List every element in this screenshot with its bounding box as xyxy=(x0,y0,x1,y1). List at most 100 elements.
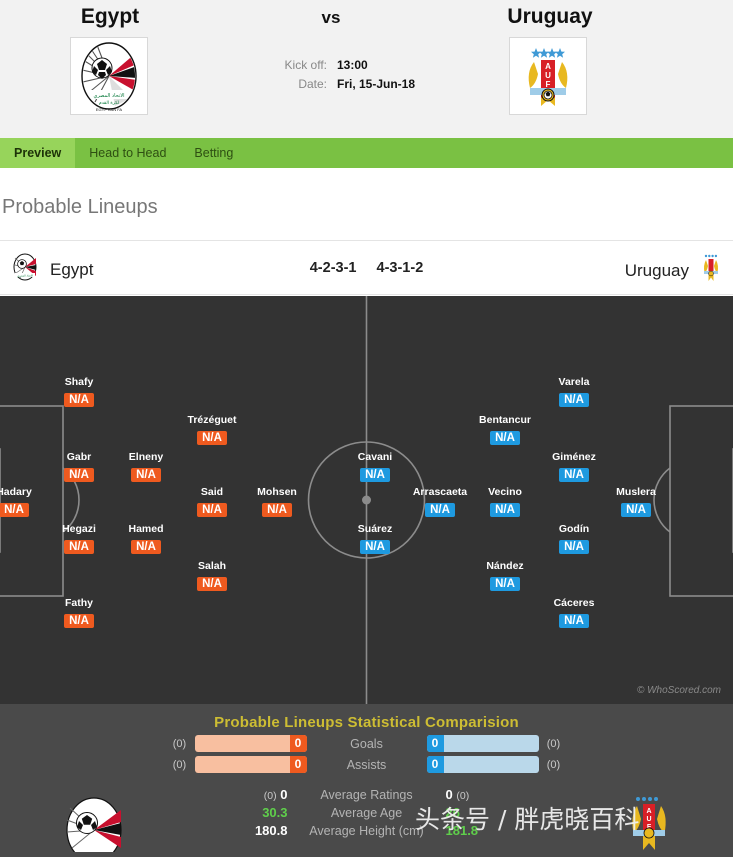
away-stat-main: 0 xyxy=(445,787,453,802)
player-rating: N/A xyxy=(131,468,161,482)
player-rating: N/A xyxy=(621,503,651,517)
player-name: Mohsen xyxy=(257,486,297,498)
player-card[interactable]: Godín N/A xyxy=(532,523,616,555)
player-name: Arrascaeta xyxy=(412,486,468,498)
home-team-name: Egypt xyxy=(80,5,140,28)
player-name: Shafy xyxy=(64,376,94,388)
home-paren: (0) xyxy=(172,737,187,750)
player-card[interactable]: Mohsen N/A xyxy=(235,486,319,518)
player-name: Hadary xyxy=(0,486,32,498)
stat-label: Goals xyxy=(350,736,383,751)
away-paren: (0) xyxy=(546,737,561,750)
player-card[interactable]: Cáceres N/A xyxy=(532,597,616,629)
pitch: © WhoScored.com HadaryN/AShafyN/AGabrN/A… xyxy=(0,296,733,704)
player-name: Giménez xyxy=(552,451,596,463)
home-stat-bar: 0 xyxy=(194,735,307,752)
player-card[interactable]: Arrascaeta N/A xyxy=(398,486,482,518)
player-card[interactable]: Giménez N/A xyxy=(532,451,616,483)
player-card[interactable]: Bentancur N/A xyxy=(463,414,547,446)
svg-text:الاتحاد المصري: الاتحاد المصري xyxy=(93,93,124,99)
player-name: Hamed xyxy=(128,523,164,535)
whoscored-credit: © WhoScored.com xyxy=(636,685,721,696)
player-card[interactable]: Shafy N/A xyxy=(37,376,121,408)
player-card[interactable]: Fathy N/A xyxy=(37,597,121,629)
player-card[interactable]: Salah N/A xyxy=(170,560,254,592)
stat-bar-rows: (0) 0 Goals 0 (0) (0) 0 Assists 0 (0) xyxy=(0,735,733,773)
player-name: Cáceres xyxy=(553,597,595,609)
player-rating: N/A xyxy=(64,614,94,628)
stat-label: Assists xyxy=(346,757,387,772)
away-stat-number: 181.8 xyxy=(442,823,528,838)
player-card[interactable]: Hadary N/A xyxy=(0,486,56,518)
tab-head-to-head[interactable]: Head to Head xyxy=(75,138,180,168)
stats-panel: Probable Lineups Statistical Comparision… xyxy=(0,704,733,857)
player-rating: N/A xyxy=(262,503,292,517)
svg-text:F: F xyxy=(546,80,551,89)
home-stat-bar: 0 xyxy=(194,756,307,773)
away-stat-paren: (0) xyxy=(456,790,470,802)
kickoff-row: Kick off: 13:00 xyxy=(255,58,425,72)
match-preview-page: Egypt Uruguay vs الاتحاد المصري لكرة الق… xyxy=(0,0,733,857)
date-label: Date: xyxy=(298,77,327,91)
away-team-crest: A U F xyxy=(509,37,587,115)
player-name: Fathy xyxy=(64,597,93,609)
home-stat-number: (0) 0 xyxy=(206,787,292,802)
stats-away-crest: A U F xyxy=(625,794,673,857)
stats-home-crest xyxy=(60,794,128,857)
home-paren: (0) xyxy=(172,758,187,771)
player-name: Trézéguet xyxy=(187,414,237,426)
player-rating: N/A xyxy=(559,468,589,482)
player-rating: N/A xyxy=(360,540,390,554)
kickoff-value: 13:00 xyxy=(337,58,368,72)
player-rating: N/A xyxy=(559,614,589,628)
player-rating: N/A xyxy=(0,503,29,517)
player-rating: N/A xyxy=(64,540,94,554)
player-card[interactable]: Hamed N/A xyxy=(104,523,188,555)
home-stat-value: 0 xyxy=(289,735,307,752)
away-stat-value: 0 xyxy=(426,756,444,773)
svg-text:U: U xyxy=(646,816,651,823)
formation-values: 4-2-3-1 4-3-1-2 xyxy=(0,260,733,276)
svg-text:لكرة القدم: لكرة القدم xyxy=(99,100,119,106)
svg-text:EGYPTIAN FA: EGYPTIAN FA xyxy=(96,107,123,112)
tab-bar: Preview Head to Head Betting xyxy=(0,138,733,168)
tab-betting[interactable]: Betting xyxy=(180,138,247,168)
player-rating: N/A xyxy=(64,468,94,482)
away-crest-small xyxy=(701,253,721,288)
date-row: Date: Fri, 15-Jun-18 xyxy=(255,77,425,91)
match-header: Egypt Uruguay vs الاتحاد المصري لكرة الق… xyxy=(0,0,733,138)
tab-preview[interactable]: Preview xyxy=(0,138,76,168)
player-name: Bentancur xyxy=(479,414,531,426)
away-stat-main: 26 xyxy=(445,805,460,820)
player-card[interactable]: Suárez N/A xyxy=(333,523,417,555)
away-stat-main: 181.8 xyxy=(445,823,479,838)
player-rating: N/A xyxy=(131,540,161,554)
away-stat-number: 0 (0) xyxy=(442,787,528,802)
player-rating: N/A xyxy=(490,503,520,517)
player-rating: N/A xyxy=(490,431,520,445)
player-name: Cavani xyxy=(357,451,393,463)
player-card[interactable]: Varela N/A xyxy=(532,376,616,408)
player-name: Muslera xyxy=(616,486,656,498)
away-team-name: Uruguay xyxy=(507,5,593,28)
away-paren: (0) xyxy=(546,758,561,771)
kickoff-label: Kick off: xyxy=(284,58,327,72)
stats-title: Probable Lineups Statistical Comparision xyxy=(214,714,519,731)
svg-text:A: A xyxy=(545,62,551,71)
player-rating: N/A xyxy=(559,540,589,554)
player-card[interactable]: Nández N/A xyxy=(463,560,547,592)
away-stat-bar: 0 xyxy=(426,756,539,773)
player-card[interactable]: Elneny N/A xyxy=(104,451,188,483)
player-card[interactable]: Muslera N/A xyxy=(594,486,678,518)
player-card[interactable]: Cavani N/A xyxy=(333,451,417,483)
player-rating: N/A xyxy=(490,577,520,591)
player-name: Varela xyxy=(558,376,590,388)
player-rating: N/A xyxy=(425,503,455,517)
home-stat-main: 180.8 xyxy=(254,823,288,838)
formation-away-side: Uruguay xyxy=(625,253,721,288)
home-stat-number: 30.3 xyxy=(206,805,292,820)
away-stat-number: 26 xyxy=(442,805,528,820)
player-card[interactable]: Trézéguet N/A xyxy=(170,414,254,446)
player-name: Elneny xyxy=(128,451,164,463)
stat-label: Average Ratings xyxy=(320,787,413,802)
